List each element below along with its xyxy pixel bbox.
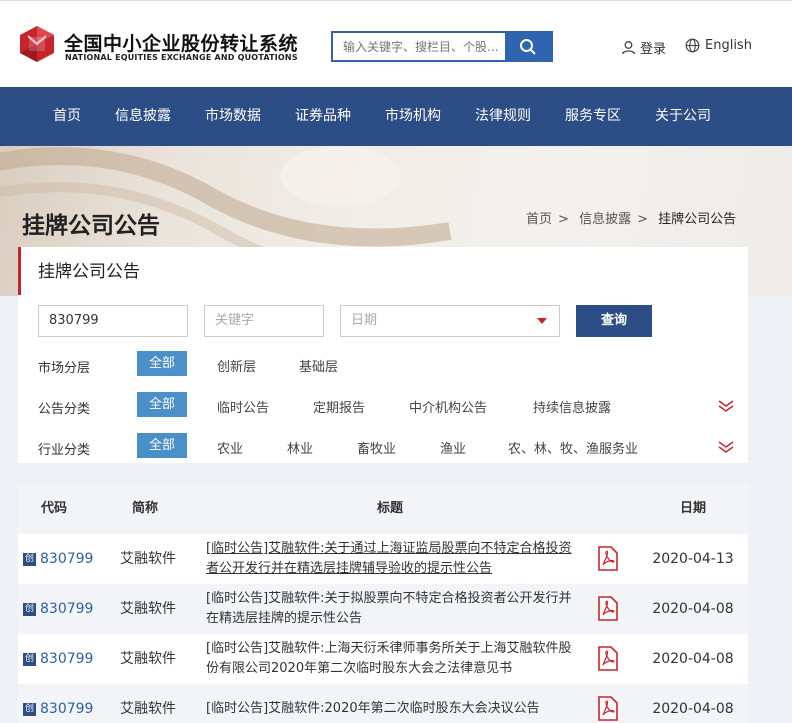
header-title: 标题 <box>376 501 403 516</box>
query-button[interactable]: 查询 <box>576 305 652 337</box>
logo-title-en: NATIONAL EQUITIES EXCHANGE AND QUOTATION… <box>65 53 298 62</box>
industry-label: 行业分类 <box>38 443 91 458</box>
pdf-icon[interactable] <box>598 696 618 721</box>
stock-code-link[interactable]: 创 830799 <box>23 634 93 684</box>
nav-item-home[interactable]: 首页 <box>53 87 81 146</box>
market-tier-all[interactable]: 全部 <box>137 351 187 376</box>
site-search <box>331 31 553 62</box>
globe-icon <box>685 38 700 53</box>
announcement-title-link[interactable]: [临时公告]艾融软件:2020年第二次临时股东大会决议公告 <box>206 699 578 719</box>
table-row: 创 830799 艾融软件 [临时公告]艾融软件:关于通过上海证监局股票向不特定… <box>18 534 748 584</box>
expand-chevron-icon[interactable] <box>718 440 734 454</box>
pdf-icon[interactable] <box>598 546 618 571</box>
date-placeholder: 日期 <box>351 313 378 328</box>
table-row: 创 830799 艾融软件 [临时公告]艾融软件:2020年第二次临时股东大会决… <box>18 684 748 723</box>
code-input[interactable]: 830799 <box>38 305 188 337</box>
notice-category-intermediary[interactable]: 中介机构公告 <box>409 397 487 416</box>
market-tier-innovation[interactable]: 创新层 <box>217 356 256 375</box>
stock-code-link[interactable]: 创 830799 <box>23 534 93 584</box>
breadcrumb-disclosure[interactable]: 信息披露 <box>579 212 631 227</box>
date-select[interactable]: 日期 <box>340 305 560 337</box>
announcement-title-link[interactable]: [临时公告]艾融软件:上海天衍禾律师事务所关于上海艾融软件股份有限公司2020年… <box>206 639 578 679</box>
nav-item-rules[interactable]: 法律规则 <box>475 87 531 146</box>
industry-fishery[interactable]: 渔业 <box>440 438 466 457</box>
industry-agriculture[interactable]: 农业 <box>217 438 243 457</box>
notice-category-temporary[interactable]: 临时公告 <box>217 397 269 416</box>
announcement-date: 2020-04-08 <box>652 601 734 617</box>
page-title: 挂牌公司公告 <box>22 213 160 239</box>
innovation-badge: 创 <box>23 702 36 716</box>
notice-category-label: 公告分类 <box>38 402 91 417</box>
announcement-date: 2020-04-13 <box>652 551 734 567</box>
keyword-input[interactable]: 关键字 <box>204 305 324 337</box>
stock-abbr: 艾融软件 <box>120 601 176 617</box>
main-nav: 首页 信息披露 市场数据 证券品种 市场机构 法律规则 服务专区 关于公司 <box>0 87 792 146</box>
language-label: English <box>705 38 752 53</box>
user-icon <box>621 41 636 55</box>
header-code: 代码 <box>40 501 67 516</box>
innovation-badge: 创 <box>23 602 36 616</box>
breadcrumb-separator: > <box>637 212 648 227</box>
login-link[interactable]: 登录 <box>621 38 666 57</box>
nav-item-disclosure[interactable]: 信息披露 <box>115 87 171 146</box>
table-header: 代码 简称 标题 日期 <box>18 484 748 534</box>
expand-chevron-icon[interactable] <box>718 399 734 413</box>
breadcrumb-current: 挂牌公司公告 <box>658 212 737 227</box>
notice-category-all[interactable]: 全部 <box>137 392 187 417</box>
logo-title-cn: 全国中小企业股份转让系统 <box>64 33 299 55</box>
nav-item-institutions[interactable]: 市场机构 <box>385 87 441 146</box>
pdf-icon[interactable] <box>598 596 618 621</box>
search-input[interactable] <box>333 33 507 60</box>
header-abbr: 简称 <box>131 501 158 516</box>
market-tier-basic[interactable]: 基础层 <box>299 356 338 375</box>
neeq-logo-icon[interactable] <box>18 25 56 63</box>
industry-agri-services[interactable]: 农、林、牧、渔服务业 <box>508 438 638 457</box>
table-row: 创 830799 艾融软件 [临时公告]艾融软件:上海天衍禾律师事务所关于上海艾… <box>18 634 748 684</box>
innovation-badge: 创 <box>23 652 36 666</box>
search-button[interactable] <box>505 33 551 60</box>
breadcrumb: 首页 > 信息披露 > 挂牌公司公告 <box>526 208 742 227</box>
pdf-icon[interactable] <box>598 646 618 671</box>
industry-forestry[interactable]: 林业 <box>287 438 313 457</box>
table-row: 创 830799 艾融软件 [临时公告]艾融软件:关于拟股票向不特定合格投资者公… <box>18 584 748 634</box>
filter-panel: 挂牌公司公告 830799 关键字 日期 查询 市场分层 全部 创新层 基础层 … <box>18 247 748 463</box>
notice-category-periodic[interactable]: 定期报告 <box>313 397 365 416</box>
stock-code-link[interactable]: 创 830799 <box>23 684 93 723</box>
stock-abbr: 艾融软件 <box>120 701 176 717</box>
stock-code: 830799 <box>40 551 94 567</box>
market-tier-label: 市场分层 <box>38 361 91 376</box>
stock-code: 830799 <box>40 601 94 617</box>
breadcrumb-separator: > <box>558 212 569 227</box>
breadcrumb-home[interactable]: 首页 <box>526 212 552 227</box>
stock-code: 830799 <box>40 701 94 717</box>
announcement-title-link[interactable]: [临时公告]艾融软件:关于通过上海证监局股票向不特定合格投资者公开发行并在精选层… <box>206 539 578 579</box>
language-switch[interactable]: English <box>685 38 752 53</box>
notice-category-continuous[interactable]: 持续信息披露 <box>533 397 611 416</box>
filter-panel-title: 挂牌公司公告 <box>18 247 748 295</box>
announcement-date: 2020-04-08 <box>652 701 734 717</box>
stock-code: 830799 <box>40 651 94 667</box>
nav-item-market-data[interactable]: 市场数据 <box>205 87 261 146</box>
nav-item-securities[interactable]: 证券品种 <box>295 87 351 146</box>
header-date: 日期 <box>679 501 706 516</box>
nav-item-services[interactable]: 服务专区 <box>565 87 621 146</box>
caret-down-icon <box>537 318 547 324</box>
announcement-date: 2020-04-08 <box>652 651 734 667</box>
stock-code-link[interactable]: 创 830799 <box>23 584 93 634</box>
login-label: 登录 <box>640 42 667 57</box>
industry-all[interactable]: 全部 <box>137 433 187 458</box>
innovation-badge: 创 <box>23 552 36 566</box>
nav-item-about[interactable]: 关于公司 <box>655 87 711 146</box>
stock-abbr: 艾融软件 <box>120 651 176 667</box>
site-header: 全国中小企业股份转让系统 NATIONAL EQUITIES EXCHANGE … <box>0 0 792 87</box>
stock-abbr: 艾融软件 <box>120 551 176 567</box>
search-icon <box>520 38 536 55</box>
industry-livestock[interactable]: 畜牧业 <box>357 438 396 457</box>
announcement-title-link[interactable]: [临时公告]艾融软件:关于拟股票向不特定合格投资者公开发行并在精选层挂牌的提示性… <box>206 589 578 629</box>
